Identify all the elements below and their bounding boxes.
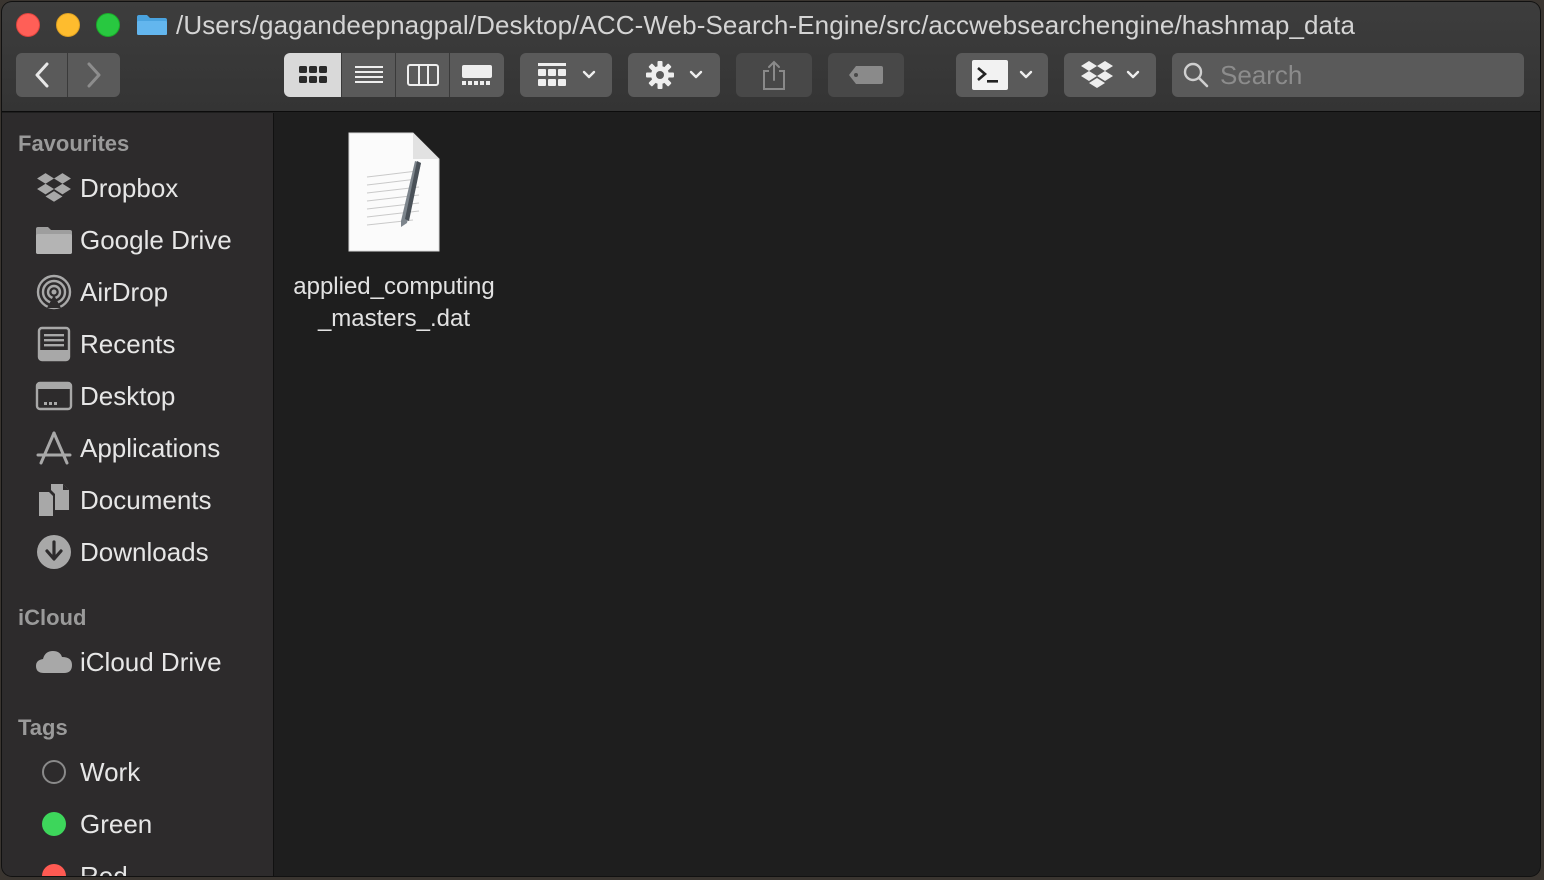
back-button[interactable] [16,53,68,97]
sidebar-item-label: iCloud Drive [80,646,222,677]
sidebar-item-applications[interactable]: Applications [2,425,274,471]
back-forward-group [16,53,120,97]
file-name-label: applied_computing_masters_.dat [293,273,495,332]
chevron-down-icon [582,70,596,79]
sidebar-item-label: Green [80,808,153,839]
sidebar-item-dropbox[interactable]: Dropbox [2,165,274,211]
maximize-window-button[interactable] [96,13,120,37]
sidebar-item-label: Work [80,756,141,787]
sidebar-item-label: Desktop [80,380,176,411]
close-window-button[interactable] [16,13,40,37]
sidebar-section-favourites: Favourites [18,131,130,156]
chevron-left-icon [35,62,48,88]
terminal-icon [972,60,1008,90]
folder-icon [137,15,167,35]
text-document-icon [348,132,440,252]
icon-view-button[interactable] [284,53,342,97]
gallery-view-button[interactable] [450,53,504,97]
tag-dot-icon [34,856,74,876]
open-terminal-button[interactable] [956,53,1048,97]
sidebar-item-label: Applications [80,432,221,463]
view-mode-group [284,53,504,97]
share-button[interactable] [736,53,812,97]
sidebar-section-icloud: iCloud [18,605,87,630]
gallery-view-icon [462,65,492,85]
chevron-down-icon [1126,70,1140,79]
desktop-icon [34,376,74,416]
chevron-right-icon [87,62,101,88]
folder-icon [34,220,74,260]
recents-icon [34,324,74,364]
sidebar-item-label: Red [80,860,128,877]
window-title-path: /Users/gagandeepnagpal/Desktop/ACC-Web-S… [176,10,1356,40]
search-input[interactable] [1220,59,1510,91]
sidebar: Favourites Dropbox Google Drive AirDrop … [2,113,274,876]
sidebar-item-label: AirDrop [80,276,169,307]
icon-view-icon [298,66,327,83]
sidebar-section-tags: Tags [18,715,68,740]
sidebar-item-airdrop[interactable]: AirDrop [2,269,274,315]
action-menu-button[interactable] [628,53,720,97]
documents-icon [34,480,74,520]
group-grid-icon [538,63,566,86]
sidebar-item-label: Dropbox [80,172,179,203]
column-view-icon [406,64,439,86]
sidebar-item-recents[interactable]: Recents [2,321,274,367]
share-icon [763,60,785,90]
chevron-down-icon [689,70,703,79]
sidebar-item-label: Documents [80,484,212,515]
sidebar-tag-red[interactable]: Red [2,853,274,876]
cloud-icon [34,642,74,682]
sidebar-tag-work[interactable]: Work [2,749,274,795]
file-item[interactable]: applied_computing_masters_.dat [289,129,499,339]
tag-icon [849,66,883,84]
file-browser-area[interactable]: applied_computing_masters_.dat [275,113,1540,876]
airdrop-icon [34,272,74,312]
forward-button[interactable] [68,53,120,97]
finder-window: /Users/gagandeepnagpal/Desktop/ACC-Web-S… [2,2,1540,876]
edit-tags-button[interactable] [828,53,904,97]
sidebar-item-google-drive[interactable]: Google Drive [2,217,274,263]
applications-icon [34,428,74,468]
minimize-window-button[interactable] [56,13,80,37]
group-by-button[interactable] [520,53,612,97]
sidebar-item-label: Downloads [80,536,209,567]
list-view-button[interactable] [342,53,396,97]
sidebar-item-documents[interactable]: Documents [2,477,274,523]
column-view-button[interactable] [396,53,450,97]
sidebar-item-icloud-drive[interactable]: iCloud Drive [2,639,274,685]
sidebar-item-label: Google Drive [80,224,232,255]
toolbar: /Users/gagandeepnagpal/Desktop/ACC-Web-S… [2,2,1540,112]
search-icon [1183,62,1209,88]
tag-dot-icon [34,804,74,844]
sidebar-tag-green[interactable]: Green [2,801,274,847]
gear-icon [646,61,674,89]
downloads-icon [34,532,74,572]
sidebar-item-desktop[interactable]: Desktop [2,373,274,419]
dropbox-menu-button[interactable] [1064,53,1156,97]
list-view-icon [354,66,383,83]
dropbox-icon [1081,61,1113,88]
tag-dot-icon [34,752,74,792]
sidebar-item-label: Recents [80,328,176,359]
search-field[interactable] [1172,53,1524,97]
dropbox-icon [34,168,74,208]
sidebar-item-downloads[interactable]: Downloads [2,529,274,575]
chevron-down-icon [1019,70,1033,79]
